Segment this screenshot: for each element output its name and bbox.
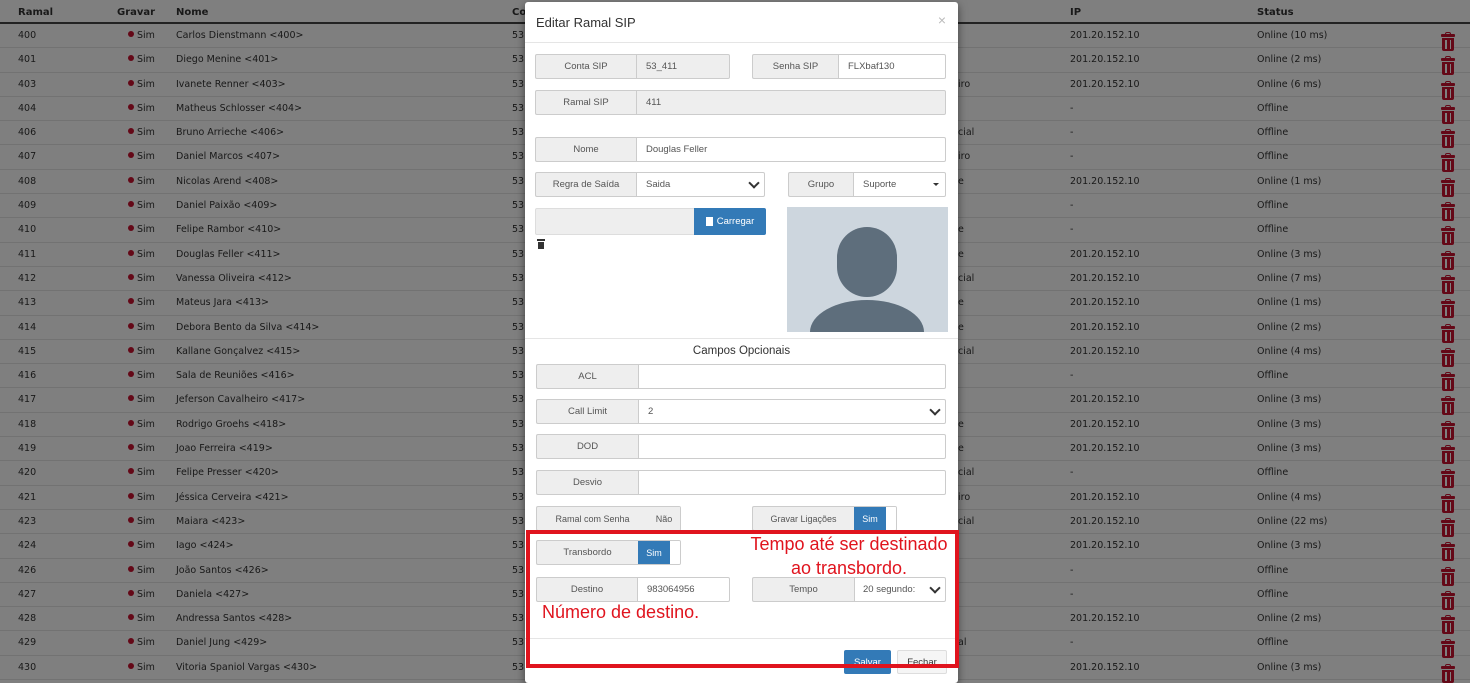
desvio-label: Desvio (536, 470, 638, 495)
modal-header: Editar Ramal SIP × (525, 2, 958, 43)
senha-sip-group: Senha SIP FLXbaf130 (752, 54, 946, 79)
call-limit-label: Call Limit (536, 399, 638, 424)
conta-sip-field: 53_411 (636, 54, 730, 79)
conta-sip-group: Conta SIP 53_411 (535, 54, 730, 79)
grupo-select[interactable]: Suporte (853, 172, 946, 197)
desvio-group: Desvio (536, 470, 946, 495)
nome-group: Nome Douglas Feller (535, 137, 946, 162)
campos-opcionais-title: Campos Opcionais (692, 345, 791, 357)
desvio-field[interactable] (638, 470, 946, 495)
photo-file-input[interactable] (535, 208, 695, 235)
nome-field[interactable]: Douglas Feller (636, 137, 946, 162)
grupo-label: Grupo (788, 172, 853, 197)
annotation-destino: Número de destino. (542, 602, 700, 622)
upload-button[interactable]: Carregar (694, 208, 766, 235)
section-divider (525, 338, 958, 339)
gravar-ligacoes-value: Sim (854, 507, 886, 530)
senha-sip-label: Senha SIP (752, 54, 838, 79)
grupo-value: Suporte (863, 179, 897, 190)
modal-title: Editar Ramal SIP (536, 15, 636, 30)
ramal-com-senha-group: Ramal com Senha Não (536, 506, 681, 531)
ramal-sip-field: 411 (636, 90, 946, 115)
conta-sip-label: Conta SIP (535, 54, 636, 79)
user-silhouette-icon (810, 227, 924, 332)
ramal-com-senha-label: Ramal com Senha (536, 506, 648, 531)
ramal-com-senha-value: Não (648, 507, 680, 530)
dod-group: DOD (536, 434, 946, 459)
dod-field[interactable] (638, 434, 946, 459)
chevron-down-icon (929, 403, 941, 416)
upload-button-label: Carregar (716, 216, 755, 227)
remove-photo-icon[interactable] (537, 238, 545, 249)
close-icon[interactable]: × (938, 12, 946, 28)
gravar-ligacoes-label: Gravar Ligações (752, 506, 854, 531)
avatar (787, 207, 948, 332)
acl-group: ACL (536, 364, 946, 389)
regra-saida-value: Saida (646, 179, 671, 190)
call-limit-value: 2 (648, 406, 654, 417)
file-icon (705, 217, 713, 226)
ramal-sip-group: Ramal SIP 411 (535, 90, 946, 115)
acl-field[interactable] (638, 364, 946, 389)
gravar-ligacoes-toggle[interactable]: Sim (854, 506, 897, 531)
regra-saida-group: Regra de Saída Saida (535, 172, 765, 197)
ramal-sip-label: Ramal SIP (535, 90, 636, 115)
nome-label: Nome (535, 137, 636, 162)
gravar-ligacoes-group: Gravar Ligações Sim (752, 506, 897, 531)
senha-sip-field[interactable]: FLXbaf130 (838, 54, 946, 79)
call-limit-group: Call Limit 2 (536, 399, 946, 424)
grupo-group: Grupo Suporte (788, 172, 946, 197)
chevron-down-icon (748, 176, 760, 189)
annotation-tempo-line1: Tempo até ser destinado (750, 534, 948, 554)
call-limit-select[interactable]: 2 (638, 399, 946, 424)
annotation-tempo-line2: ao transbordo. (790, 558, 908, 578)
annotation-tempo: Tempo até ser destinado ao transbordo. (734, 532, 964, 580)
ramal-com-senha-toggle[interactable]: Não (648, 506, 681, 531)
regra-saida-label: Regra de Saída (535, 172, 636, 197)
caret-down-icon (933, 183, 939, 186)
regra-saida-select[interactable]: Saida (636, 172, 765, 197)
dod-label: DOD (536, 434, 638, 459)
acl-label: ACL (536, 364, 638, 389)
